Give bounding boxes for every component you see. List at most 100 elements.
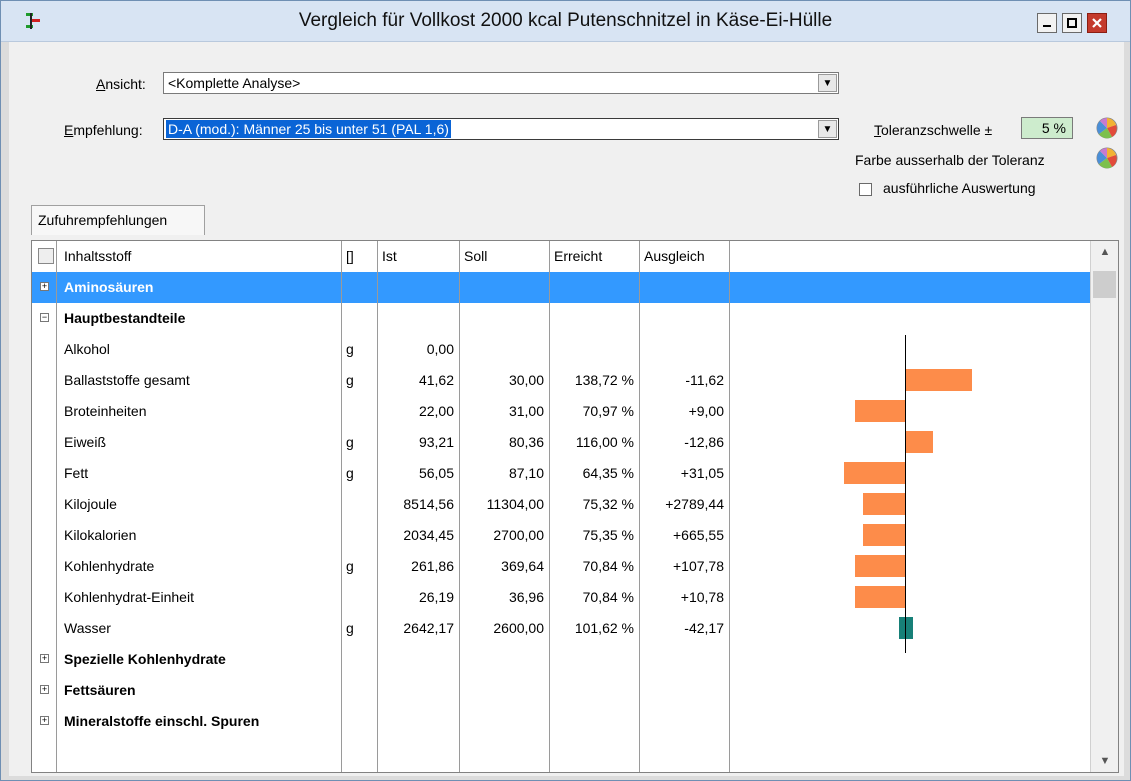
select-all-cell[interactable]	[36, 241, 56, 272]
group-row[interactable]: + Aminosäuren	[32, 272, 1090, 303]
empfehlung-label: Empfehlung:	[64, 122, 143, 138]
erreicht-cell	[550, 334, 638, 365]
deviation-bar	[862, 524, 905, 546]
ausfuehrliche-auswertung-label: ausführliche Auswertung	[883, 180, 1036, 196]
soll-cell: 31,00	[508, 403, 544, 419]
chevron-down-icon[interactable]: ▼	[818, 74, 837, 92]
group-row[interactable]: + Fettsäuren	[32, 675, 1090, 706]
erreicht-cell: 70,84 %	[582, 558, 634, 574]
scrollbar-thumb[interactable]	[1093, 271, 1116, 298]
erreicht-cell: 64,35 %	[582, 465, 634, 481]
maximize-button[interactable]	[1062, 13, 1082, 33]
erreicht-cell: 75,32 %	[582, 496, 634, 512]
expand-icon[interactable]: +	[40, 654, 49, 663]
table-row[interactable]: Kohlenhydrat-Einheit 26,19 36,96 70,84 % +10…	[32, 582, 1090, 613]
soll-cell: 30,00	[508, 372, 544, 388]
empfehlung-dropdown[interactable]: D-A (mod.): Männer 25 bis unter 51 (PAL …	[163, 118, 839, 140]
table-row[interactable]: Wasser g 2642,17 2600,00 101,62 % -42,17	[32, 613, 1090, 644]
expand-icon[interactable]: +	[40, 685, 49, 694]
empfehlung-value: D-A (mod.): Männer 25 bis unter 51 (PAL …	[166, 120, 451, 138]
unit-cell: g	[346, 620, 354, 636]
group-label: Fettsäuren	[64, 682, 136, 698]
ansicht-dropdown[interactable]: <Komplette Analyse> ▼	[163, 72, 839, 94]
collapse-icon[interactable]: −	[40, 313, 49, 322]
table-row[interactable]: Fett g 56,05 87,10 64,35 % +31,05	[32, 458, 1090, 489]
table-row[interactable]: Kohlenhydrate g 261,86 369,64 70,84 % +107,78	[32, 551, 1090, 582]
chevron-down-icon[interactable]: ▼	[818, 120, 837, 138]
deviation-bar	[906, 369, 973, 391]
ansicht-value: <Komplette Analyse>	[168, 75, 301, 91]
comparison-window: Vergleich für Vollkost 2000 kcal Putensc…	[0, 0, 1131, 781]
unit-cell	[342, 489, 376, 520]
color-wheel-icon[interactable]	[1095, 146, 1119, 170]
ausgleich-cell: -11,62	[685, 372, 724, 388]
header-inhaltsstoff[interactable]: Inhaltsstoff	[60, 241, 340, 272]
ist-cell: 26,19	[418, 589, 454, 605]
nutrient-table: Inhaltsstoff [] Ist Soll Erreicht Ausgle…	[31, 240, 1119, 773]
farbe-label: Farbe ausserhalb der Toleranz	[855, 152, 1045, 168]
ausgleich-cell: -12,86	[684, 434, 724, 450]
close-button[interactable]	[1087, 13, 1107, 33]
maximize-icon	[1067, 18, 1077, 28]
group-row[interactable]: + Spezielle Kohlenhydrate	[32, 644, 1090, 675]
table-row[interactable]: Kilojoule 8514,56 11304,00 75,32 % +2789,44	[32, 489, 1090, 520]
unit-cell: g	[346, 465, 354, 481]
table-row[interactable]: Alkohol g 0,00	[32, 334, 1090, 365]
table-row[interactable]: Eiweiß g 93,21 80,36 116,00 % -12,86	[32, 427, 1090, 458]
title-bar: Vergleich für Vollkost 2000 kcal Putensc…	[1, 1, 1130, 42]
nutrient-name: Kohlenhydrate	[64, 558, 155, 574]
header-unit[interactable]: []	[342, 241, 376, 272]
header-erreicht[interactable]: Erreicht	[550, 241, 638, 272]
deviation-bar	[844, 462, 905, 484]
ausgleich-cell: +2789,44	[665, 496, 724, 512]
group-row[interactable]: + Mineralstoffe einschl. Spuren	[32, 706, 1090, 737]
expand-icon[interactable]: +	[40, 282, 49, 291]
ist-cell: 8514,56	[403, 496, 454, 512]
deviation-bar	[855, 400, 905, 422]
minimize-icon	[1043, 25, 1051, 27]
window-title: Vergleich für Vollkost 2000 kcal Putensc…	[298, 10, 833, 31]
header-ist[interactable]: Ist	[378, 241, 458, 272]
toleranzschwelle-input[interactable]: 5 %	[1021, 117, 1073, 139]
erreicht-cell: 116,00 %	[575, 434, 634, 450]
group-label: Mineralstoffe einschl. Spuren	[64, 713, 260, 729]
unit-cell: g	[346, 558, 354, 574]
group-label: Aminosäuren	[64, 279, 154, 295]
ausgleich-cell: +10,78	[680, 589, 724, 605]
ansicht-label: Ansicht:	[96, 76, 146, 92]
unit-cell: g	[346, 341, 354, 357]
color-wheel-icon[interactable]	[1095, 116, 1119, 140]
ist-cell: 2642,17	[403, 620, 454, 636]
ausfuehrliche-auswertung-checkbox[interactable]	[859, 183, 872, 196]
ausgleich-cell: +107,78	[673, 558, 724, 574]
close-icon	[1092, 18, 1102, 28]
table-row[interactable]: Ballaststoffe gesamt g 41,62 30,00 138,72 % -…	[32, 365, 1090, 396]
soll-cell: 369,64	[501, 558, 544, 574]
table-row[interactable]: Kilokalorien 2034,45 2700,00 75,35 % +665,55	[32, 520, 1090, 551]
expand-icon[interactable]: +	[40, 716, 49, 725]
unit-cell: g	[346, 434, 354, 450]
scroll-down-icon[interactable]: ▼	[1091, 750, 1118, 772]
deviation-bar	[906, 431, 934, 453]
scroll-up-icon[interactable]: ▲	[1091, 241, 1118, 263]
erreicht-cell: 70,84 %	[582, 589, 634, 605]
nutrient-name: Wasser	[64, 620, 111, 636]
table-row[interactable]: Broteinheiten 22,00 31,00 70,97 % +9,00	[32, 396, 1090, 427]
chart-baseline	[905, 335, 906, 653]
vertical-scrollbar[interactable]: ▲ ▼	[1090, 241, 1118, 772]
erreicht-cell: 101,62 %	[574, 620, 634, 636]
ist-cell: 261,86	[411, 558, 454, 574]
erreicht-cell: 70,97 %	[582, 403, 634, 419]
ist-cell: 0,00	[426, 341, 454, 357]
tab-zufuhrempfehlungen[interactable]: Zufuhrempfehlungen	[31, 205, 205, 235]
ausgleich-cell	[640, 334, 728, 365]
header-soll[interactable]: Soll	[460, 241, 548, 272]
ist-cell: 2034,45	[403, 527, 454, 543]
erreicht-cell: 75,35 %	[582, 527, 634, 543]
group-row[interactable]: − Hauptbestandteile	[32, 303, 1090, 334]
minimize-button[interactable]	[1037, 13, 1057, 33]
soll-cell: 87,10	[508, 465, 544, 481]
unit-cell	[342, 520, 376, 551]
erreicht-cell: 138,72 %	[574, 372, 634, 388]
header-ausgleich[interactable]: Ausgleich	[640, 241, 728, 272]
